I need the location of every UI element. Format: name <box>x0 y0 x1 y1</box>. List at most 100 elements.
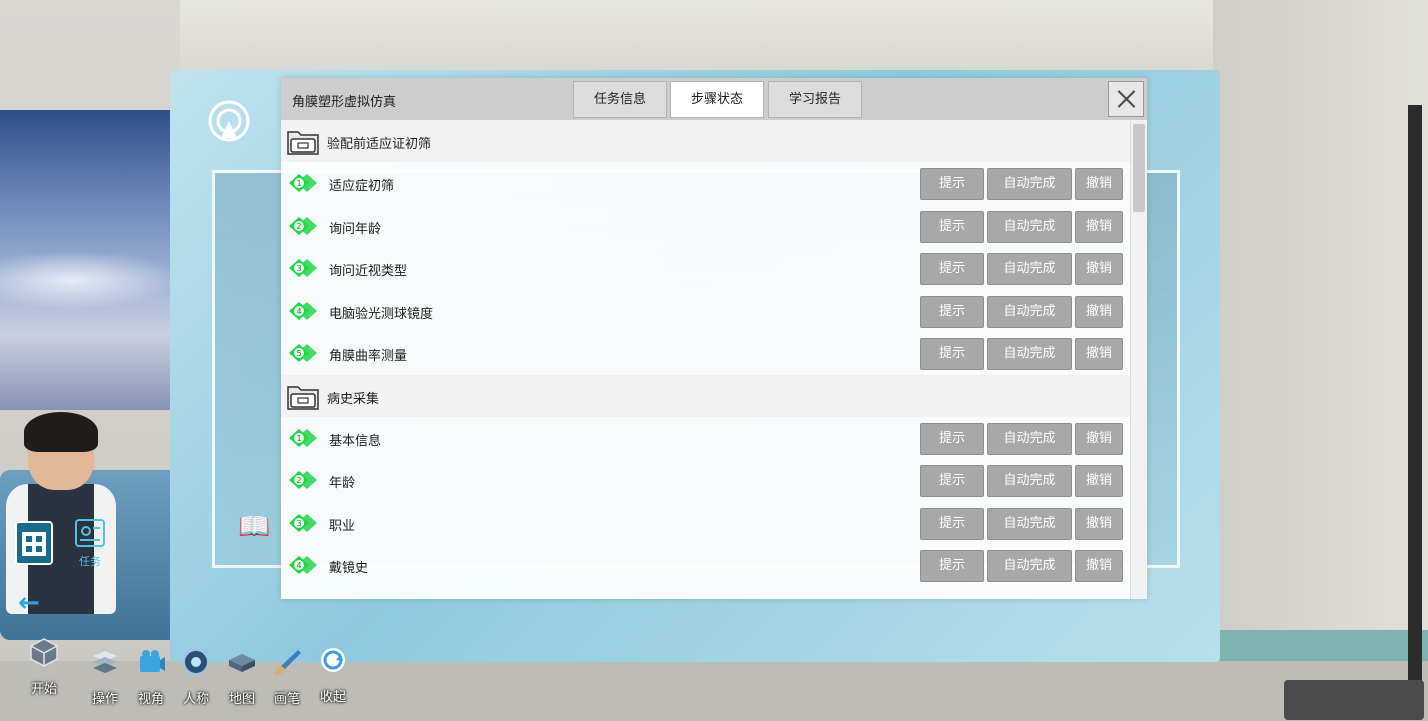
step-row: 1 适应症初筛 提示 自动完成 撤销 <box>281 162 1130 204</box>
hint-button[interactable]: 提示 <box>920 550 984 582</box>
dialog-title: 角膜塑形虚拟仿真 <box>292 95 397 110</box>
step-row: 4 戴镜史 提示 自动完成 撤销 <box>281 544 1130 586</box>
step-row: 3 职业 提示 自动完成 撤销 <box>281 502 1130 544</box>
undo-button[interactable]: 撤销 <box>1075 550 1123 582</box>
folder-icon <box>286 381 320 411</box>
eye-orb-icon <box>183 649 209 675</box>
step-tag-icon: 4 <box>289 301 317 320</box>
task-icon <box>75 519 105 547</box>
step-tag-icon: 5 <box>289 344 317 362</box>
group-header[interactable]: 验配前适应证初筛 <box>281 120 1130 162</box>
undo-button[interactable]: 撤销 <box>1075 507 1123 540</box>
step-tag-icon: 1 <box>289 428 317 447</box>
step-row: 4 电脑验光测球镜度 提示 自动完成 撤销 <box>281 290 1130 332</box>
group-header[interactable]: 病史采集 <box>281 374 1130 417</box>
undo-button[interactable]: 撤销 <box>1075 338 1123 370</box>
step-tag-icon: 3 <box>289 259 317 277</box>
back-arrow-icon[interactable]: ← <box>18 588 40 618</box>
undo-button[interactable]: 撤销 <box>1075 253 1123 285</box>
bottom-toolbar: 开始 操作 视角 人称 地图 画笔 收起 <box>0 636 380 721</box>
step-list: 验配前适应证初筛 1 适应症初筛 提示 自动完成 撤销 2 询问年龄 提示 自动完成 撤销 3 询问近视… <box>281 120 1130 599</box>
undo-button[interactable]: 撤销 <box>1075 168 1123 200</box>
tab-learning-report[interactable]: 学习报告 <box>768 81 862 118</box>
close-button[interactable] <box>1108 81 1144 117</box>
toolbar-person[interactable]: 人称 <box>173 646 219 707</box>
step-label: 基本信息 <box>329 433 382 449</box>
tab-step-status[interactable]: 步骤状态 <box>670 81 764 118</box>
auto-complete-button[interactable]: 自动完成 <box>987 507 1072 540</box>
step-row: 2 询问年龄 提示 自动完成 撤销 <box>281 205 1130 247</box>
height-scale-base <box>1284 680 1424 720</box>
group-label: 验配前适应证初筛 <box>327 137 432 152</box>
toolbar-label: 开始 <box>30 682 57 697</box>
layers-icon <box>93 651 117 673</box>
group-label: 病史采集 <box>327 391 380 407</box>
step-row: 2 年龄 提示 自动完成 撤销 <box>281 459 1130 501</box>
step-row: 1 基本信息 提示 自动完成 撤销 <box>281 417 1130 459</box>
step-row: 5 角膜曲率测量 提示 自动完成 撤销 <box>281 332 1130 374</box>
toolbar-brush[interactable]: 画笔 <box>264 646 310 707</box>
book-icon[interactable]: 📖 <box>238 512 270 542</box>
step-tag-icon: 1 <box>289 174 317 192</box>
step-label: 职业 <box>329 518 356 534</box>
signal-logo-icon <box>208 100 250 142</box>
hint-button[interactable]: 提示 <box>920 338 984 370</box>
toolbar-view[interactable]: 视角 <box>128 646 174 707</box>
auto-complete-button[interactable]: 自动完成 <box>987 338 1072 370</box>
undo-button[interactable]: 撤销 <box>1075 465 1123 497</box>
undo-button[interactable]: 撤销 <box>1075 295 1123 328</box>
hint-button[interactable]: 提示 <box>920 465 984 497</box>
auto-complete-button[interactable]: 自动完成 <box>987 550 1072 582</box>
step-label: 角膜曲率测量 <box>329 349 408 364</box>
step-label: 电脑验光测球镜度 <box>329 306 434 322</box>
toolbar-start[interactable]: 开始 <box>21 636 67 697</box>
window-view <box>0 110 180 410</box>
toolbar-label: 地图 <box>228 692 255 707</box>
step-label: 戴镜史 <box>329 561 369 576</box>
step-label: 年龄 <box>329 476 356 491</box>
toolbar-map[interactable]: 地图 <box>219 646 265 707</box>
auto-complete-button[interactable]: 自动完成 <box>987 422 1072 455</box>
toolbar-label: 人称 <box>182 692 209 707</box>
knowledge-card-icon[interactable] <box>12 518 56 568</box>
toolbar-operate[interactable]: 操作 <box>82 646 128 707</box>
task-label: 任务 <box>79 555 101 568</box>
toolbar-label: 画笔 <box>273 692 300 707</box>
step-label: 适应症初筛 <box>329 179 395 194</box>
undo-button[interactable]: 撤销 <box>1075 422 1123 455</box>
scrollbar-thumb[interactable] <box>1133 124 1145 212</box>
auto-complete-button[interactable]: 自动完成 <box>987 210 1072 243</box>
step-label: 询问近视类型 <box>329 264 408 279</box>
hint-button[interactable]: 提示 <box>920 422 984 455</box>
svg-text:5: 5 <box>296 349 301 358</box>
svg-text:1: 1 <box>296 434 301 443</box>
step-status-dialog: 角膜塑形虚拟仿真 任务信息 步骤状态 学习报告 验配前适应证初筛 1 适应症初筛 提示… <box>281 78 1147 599</box>
toolbar-label: 视角 <box>137 692 164 707</box>
folder-icon <box>286 126 320 156</box>
auto-complete-button[interactable]: 自动完成 <box>987 253 1072 285</box>
task-button[interactable]: 任务 <box>70 516 110 568</box>
auto-complete-button[interactable]: 自动完成 <box>987 168 1072 200</box>
svg-text:3: 3 <box>296 519 301 528</box>
scrollbar[interactable] <box>1130 120 1147 599</box>
step-label: 询问年龄 <box>329 221 382 237</box>
hint-button[interactable]: 提示 <box>920 253 984 285</box>
brush-icon <box>274 650 301 675</box>
step-tag-icon: 2 <box>289 216 317 235</box>
auto-complete-button[interactable]: 自动完成 <box>987 295 1072 328</box>
hint-button[interactable]: 提示 <box>920 210 984 243</box>
toolbar-collapse[interactable]: 收起 <box>310 644 356 705</box>
hint-button[interactable]: 提示 <box>920 295 984 328</box>
dialog-header: 角膜塑形虚拟仿真 任务信息 步骤状态 学习报告 <box>281 78 1147 120</box>
hint-button[interactable]: 提示 <box>920 507 984 540</box>
height-scale-stand <box>1408 105 1422 685</box>
tab-task-info[interactable]: 任务信息 <box>573 81 667 118</box>
undo-button[interactable]: 撤销 <box>1075 210 1123 243</box>
hint-button[interactable]: 提示 <box>920 168 984 200</box>
toolbar-label: 操作 <box>91 692 118 707</box>
auto-complete-button[interactable]: 自动完成 <box>987 465 1072 497</box>
toolbar-label: 收起 <box>319 690 346 705</box>
svg-text:3: 3 <box>296 264 301 273</box>
collapse-icon <box>321 648 345 672</box>
svg-text:4: 4 <box>296 307 301 316</box>
